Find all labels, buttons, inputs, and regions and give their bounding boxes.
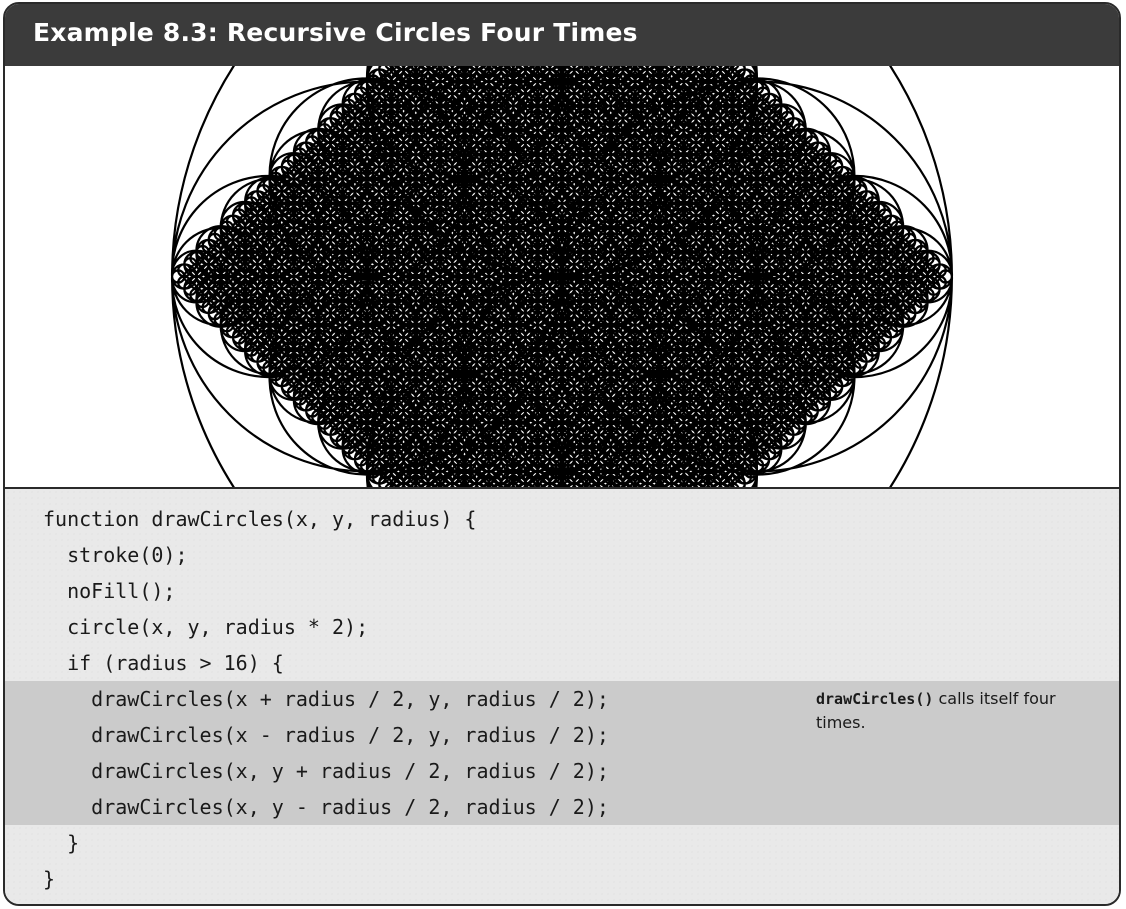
example-header: Example 8.3: Recursive Circles Four Time… <box>5 4 1119 66</box>
code-text: drawCircles(x, y - radius / 2, radius / … <box>43 795 609 819</box>
example-card: Example 8.3: Recursive Circles Four Time… <box>3 2 1121 906</box>
code-text: if (radius > 16) { <box>43 651 284 675</box>
code-text: } <box>43 831 80 855</box>
code-line-11: } <box>5 861 1119 897</box>
code-line-10: } <box>5 825 1119 861</box>
code-text: } <box>43 867 56 891</box>
code-line-4: circle(x, y, radius * 2); <box>5 609 1119 645</box>
recursive-circles <box>170 66 954 487</box>
code-text: function drawCircles(x, y, radius) { <box>43 507 477 531</box>
code-text: drawCircles(x, y + radius / 2, radius / … <box>43 759 609 783</box>
annotation-function-name: drawCircles() <box>816 690 934 708</box>
sketch-canvas-area <box>5 66 1119 489</box>
code-line-3: noFill(); <box>5 573 1119 609</box>
code-listing: function drawCircles(x, y, radius) { str… <box>5 489 1119 904</box>
code-text: circle(x, y, radius * 2); <box>43 615 369 639</box>
code-line-2: stroke(0); <box>5 537 1119 573</box>
code-text: stroke(0); <box>43 543 188 567</box>
recursive-circles-canvas <box>170 66 954 487</box>
code-text: drawCircles(x - radius / 2, y, radius / … <box>43 723 609 747</box>
code-line-5: if (radius > 16) { <box>5 645 1119 681</box>
example-title: Example 8.3: Recursive Circles Four Time… <box>33 18 638 47</box>
code-annotation: drawCircles() calls itself four times. <box>816 687 1096 735</box>
code-text: noFill(); <box>43 579 176 603</box>
code-line-9: drawCircles(x, y - radius / 2, radius / … <box>5 789 1119 825</box>
code-line-8: drawCircles(x, y + radius / 2, radius / … <box>5 753 1119 789</box>
code-line-1: function drawCircles(x, y, radius) { <box>5 501 1119 537</box>
code-text: drawCircles(x + radius / 2, y, radius / … <box>43 687 609 711</box>
